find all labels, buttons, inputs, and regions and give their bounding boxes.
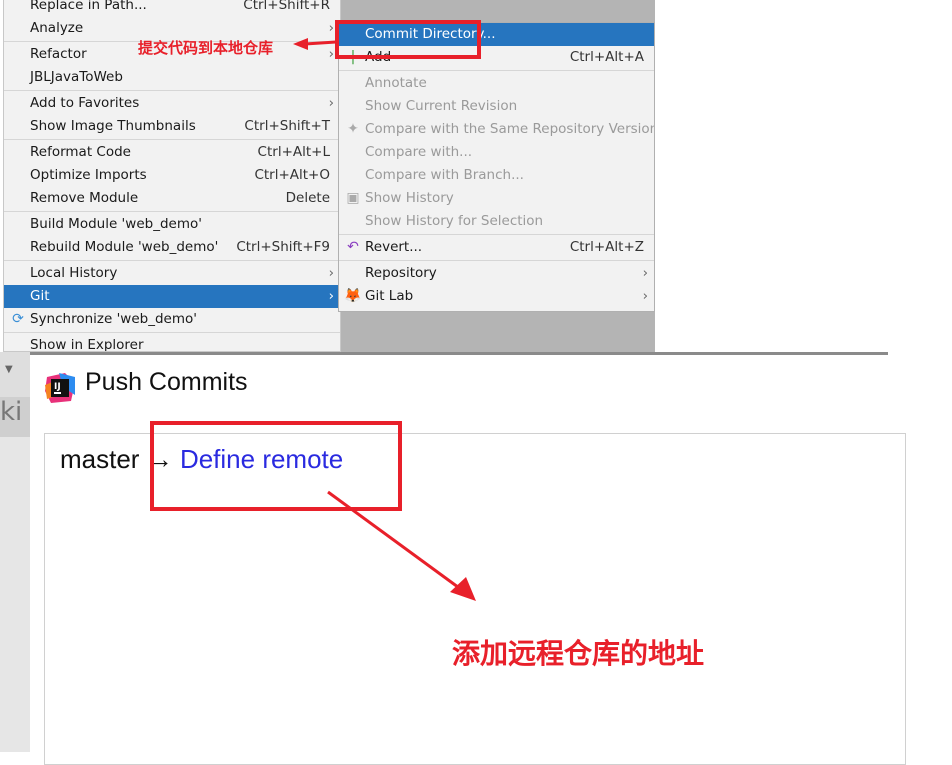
annotation-arrows: [293, 38, 476, 601]
arrow-to-remote-note: [327, 490, 476, 601]
arrow-to-commit-note: [293, 38, 337, 50]
